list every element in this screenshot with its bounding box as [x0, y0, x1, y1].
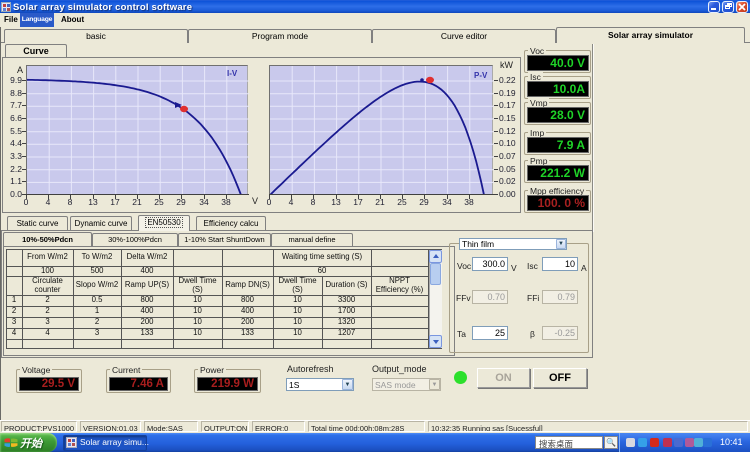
svg-text:P-V: P-V [474, 71, 488, 80]
svg-text:I-V: I-V [227, 69, 238, 78]
